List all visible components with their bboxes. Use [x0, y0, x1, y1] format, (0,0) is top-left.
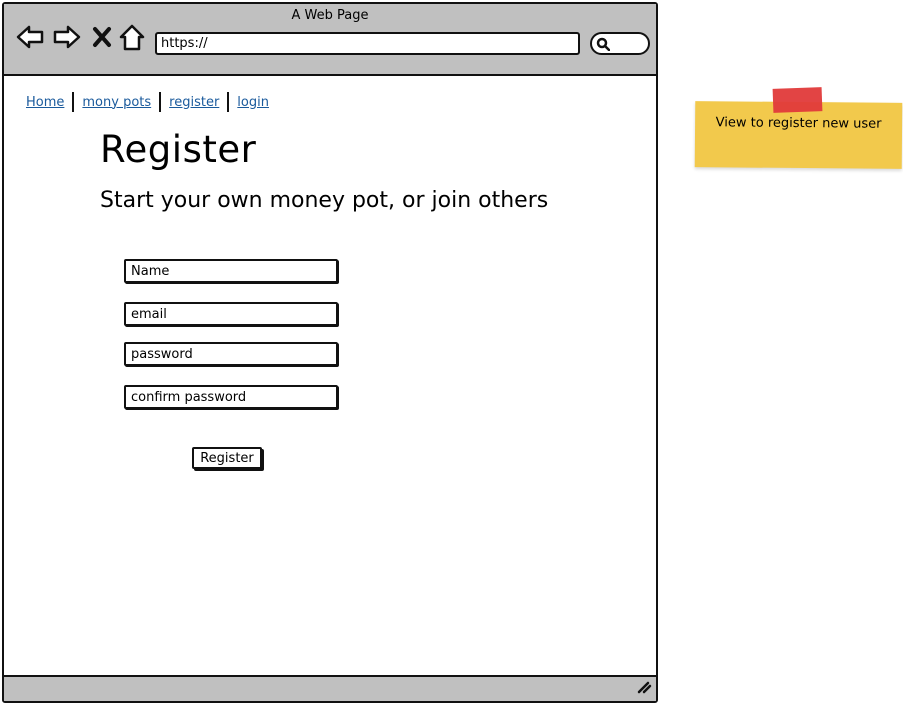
status-bar — [4, 675, 656, 701]
nav-link-register[interactable]: register — [169, 95, 219, 110]
nav-link-login[interactable]: login — [237, 95, 269, 110]
nav-separator — [159, 92, 162, 112]
register-button[interactable]: Register — [192, 447, 262, 469]
browser-window: A Web Page https:// Home mony pots regis… — [2, 2, 658, 703]
name-field[interactable] — [124, 259, 338, 283]
confirm-password-field[interactable] — [124, 385, 338, 409]
browser-toolbar: A Web Page https:// — [4, 4, 656, 76]
address-bar[interactable]: https:// — [155, 32, 580, 55]
forward-arrow-icon[interactable] — [53, 24, 81, 54]
back-arrow-icon[interactable] — [16, 24, 44, 54]
search-icon — [596, 37, 610, 51]
window-title: A Web Page — [291, 8, 369, 23]
close-x-icon[interactable] — [92, 26, 112, 52]
nav-separator — [72, 92, 75, 112]
password-field[interactable] — [124, 342, 338, 366]
site-nav: Home mony pots register login — [26, 92, 269, 112]
page-subtitle: Start your own money pot, or join others — [100, 188, 549, 213]
page-content: Home mony pots register login Register S… — [4, 76, 656, 675]
search-field[interactable] — [590, 32, 650, 55]
home-icon[interactable] — [119, 24, 145, 56]
resize-grip-icon[interactable] — [636, 679, 652, 698]
sticky-note-text: View to register new user — [715, 115, 882, 132]
page-title: Register — [100, 128, 257, 171]
email-field[interactable] — [124, 302, 338, 326]
nav-separator — [227, 92, 230, 112]
nav-link-home[interactable]: Home — [26, 95, 64, 110]
nav-link-mony-pots[interactable]: mony pots — [82, 95, 151, 110]
note-tape — [772, 87, 823, 113]
